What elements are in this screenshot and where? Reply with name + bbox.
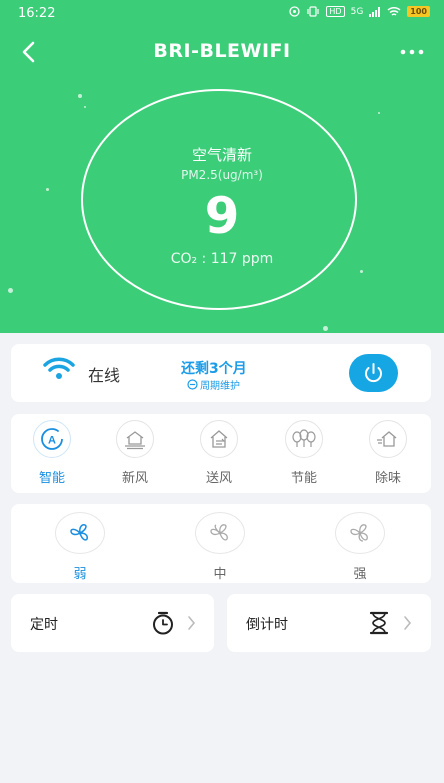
fan-speed-high[interactable]: 强 xyxy=(330,512,390,582)
mode-label: 除味 xyxy=(374,471,401,486)
location-icon xyxy=(289,6,301,17)
more-icon[interactable] xyxy=(398,38,426,66)
mode-fresh-air[interactable]: 新风 xyxy=(105,420,165,486)
mode-energy-save[interactable]: 节能 xyxy=(274,420,334,486)
chevron-right-icon xyxy=(188,616,196,630)
deodorize-icon xyxy=(369,420,407,458)
particle-dot xyxy=(84,106,86,108)
hd-badge: HD xyxy=(326,6,345,17)
status-time: 16:22 xyxy=(18,6,56,21)
mode-smart[interactable]: A 智能 xyxy=(22,420,82,486)
fan-speed-card: 弱 中 强 xyxy=(11,504,431,583)
mode-supply-air[interactable]: 送风 xyxy=(189,420,249,486)
mode-label: 送风 xyxy=(205,471,232,486)
chevron-right-icon xyxy=(404,616,412,630)
maintenance-info: 周期维护 xyxy=(187,377,240,392)
speed-label: 弱 xyxy=(73,567,87,582)
power-button[interactable] xyxy=(349,354,398,392)
co2-reading: CO₂ : 117 ppm xyxy=(170,251,274,267)
fan-icon xyxy=(335,512,385,554)
fan-icon xyxy=(195,512,245,554)
filter-remaining: 还剩3个月 xyxy=(181,361,247,377)
smart-mode-icon: A xyxy=(33,420,71,458)
pm25-value: 9 xyxy=(204,187,240,245)
particle-dot xyxy=(323,326,328,331)
maintenance-label: 周期维护 xyxy=(200,381,240,392)
fan-speed-medium[interactable]: 中 xyxy=(190,512,250,582)
battery-indicator: 100 xyxy=(407,6,430,17)
hourglass-icon xyxy=(369,611,389,635)
countdown-label: 倒计时 xyxy=(246,617,288,633)
air-quality-panel: 16:22 HD 5G 100 BRI-BLEWIFI 空气清新 PM2.5(u… xyxy=(0,0,444,333)
timer-label: 定时 xyxy=(30,617,58,633)
air-quality-status: 空气清新 xyxy=(191,146,252,164)
online-status: 在线 xyxy=(88,366,121,385)
timer-row[interactable]: 定时 xyxy=(11,594,214,652)
wifi-status-icon xyxy=(387,6,401,16)
particle-dot xyxy=(360,270,363,273)
maintenance-icon xyxy=(187,379,198,390)
speed-label: 强 xyxy=(353,567,367,582)
countdown-row[interactable]: 倒计时 xyxy=(227,594,431,652)
fan-speed-low[interactable]: 弱 xyxy=(50,512,110,582)
mode-deodorize[interactable]: 除味 xyxy=(358,420,418,486)
page-title: BRI-BLEWIFI xyxy=(153,40,291,62)
svg-text:A: A xyxy=(48,435,56,447)
wifi-icon xyxy=(43,357,75,379)
particle-dot xyxy=(46,188,49,191)
status-icons: HD 5G 100 xyxy=(289,6,430,17)
mode-label: 节能 xyxy=(290,471,317,486)
vibrate-icon xyxy=(307,6,320,17)
mode-label: 智能 xyxy=(38,471,65,486)
stopwatch-icon xyxy=(153,611,173,635)
supply-air-icon xyxy=(200,420,238,458)
pm25-label: PM2.5(ug/m³) xyxy=(181,168,263,182)
mode-card: A 智能 新风 送风 节能 除味 xyxy=(11,414,431,493)
power-icon xyxy=(365,363,382,383)
fresh-air-icon xyxy=(116,420,154,458)
particle-dot xyxy=(8,288,13,293)
network-type: 5G xyxy=(350,6,364,17)
mode-label: 新风 xyxy=(121,471,148,486)
status-bar: 16:22 HD 5G 100 xyxy=(0,0,444,28)
fan-icon xyxy=(55,512,105,554)
speed-label: 中 xyxy=(213,567,227,582)
particle-dot xyxy=(78,94,82,98)
particle-dot xyxy=(378,112,380,114)
signal-icon xyxy=(369,6,381,17)
device-status-card: 在线 还剩3个月 周期维护 xyxy=(11,344,431,402)
energy-save-icon xyxy=(285,420,323,458)
